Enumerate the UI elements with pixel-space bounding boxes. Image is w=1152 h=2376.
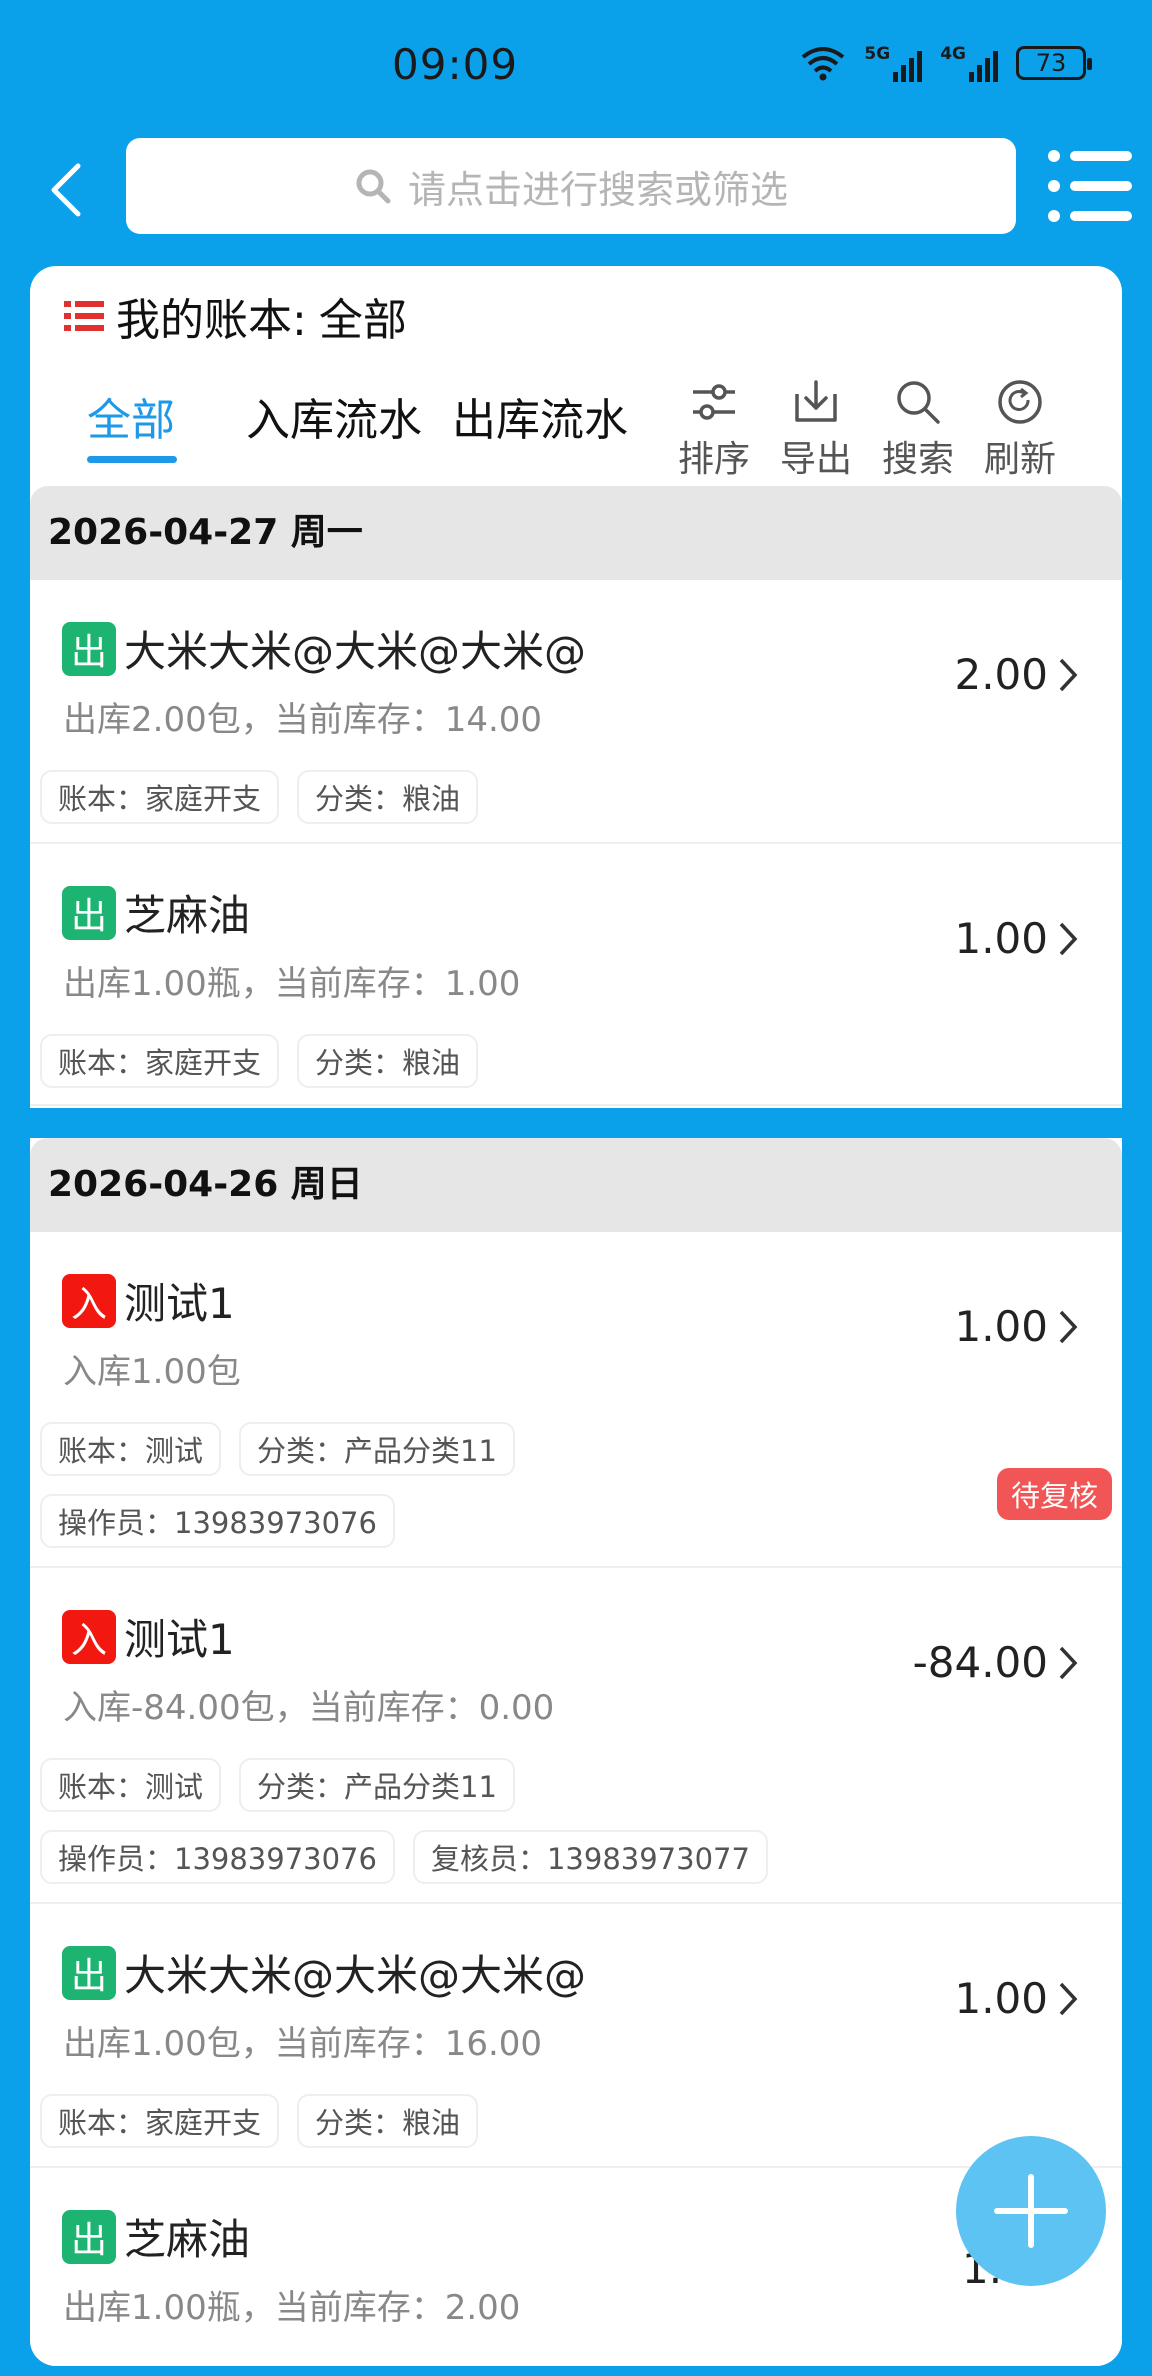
search-input[interactable]: 请点击进行搜索或筛选 [126, 138, 1016, 234]
wifi-icon [802, 47, 845, 81]
search-label: 搜索 [881, 439, 954, 480]
download-icon [795, 380, 837, 422]
record-name: 测试1 [124, 1615, 235, 1664]
record-detail: 出库1.00瓶，当前库存：1.00 [63, 964, 521, 1004]
refresh-button[interactable]: 刷新 [978, 378, 1062, 482]
status-badge: 待复核 [996, 1468, 1112, 1520]
chevron-left-icon [51, 163, 81, 217]
list-item[interactable]: 入 测试1 入库1.00包 1.00 账本：测试 分类：产品分类11 操作员：1… [30, 1232, 1122, 1568]
tag-book: 账本：家庭开支 [40, 1034, 280, 1088]
tag-reviewer: 复核员：13983973077 [412, 1830, 768, 1884]
tab-active-indicator [87, 456, 177, 463]
tag-book: 账本：测试 [40, 1422, 222, 1476]
record-name: 大米大米@大米@大米@ [124, 627, 587, 676]
chevron-right-icon [1059, 922, 1078, 955]
day-header: 2026-04-27 周一 [30, 486, 1122, 580]
record-detail: 出库2.00包，当前库存：14.00 [63, 700, 543, 740]
export-label: 导出 [779, 439, 852, 480]
signal-4g-icon: 4G [940, 44, 998, 82]
status-time: 09:09 [392, 40, 519, 89]
in-badge: 入 [62, 1273, 116, 1328]
record-detail: 入库1.00包 [63, 1352, 241, 1392]
chevron-right-icon [1059, 1310, 1078, 1343]
tag-operator: 操作员：13983973076 [40, 1830, 395, 1884]
list-icon [64, 301, 104, 331]
record-amount: 1.00 [954, 1302, 1048, 1351]
back-button[interactable] [36, 150, 96, 230]
search-placeholder: 请点击进行搜索或筛选 [407, 167, 788, 212]
in-badge: 入 [62, 1609, 116, 1664]
record-amount: 1.00 [954, 1974, 1048, 2023]
out-badge: 出 [62, 885, 116, 940]
tag-category: 分类：粮油 [297, 770, 479, 824]
signal-5g-icon: 5G [864, 44, 923, 82]
record-detail: 出库1.00瓶，当前库存：2.00 [63, 2288, 521, 2328]
status-bar: 09:09 5G 4G 73 [0, 0, 1152, 130]
tag-book: 账本：测试 [40, 1758, 222, 1812]
record-name: 大米大米@大米@大米@ [124, 1951, 587, 2000]
plus-icon [994, 2174, 1068, 2248]
tag-category: 分类：粮油 [297, 1034, 479, 1088]
tab-bar: 全部 入库流水 出库流水 排序 导出 搜索 刷新 [30, 366, 1122, 496]
search-icon [356, 169, 391, 204]
chevron-right-icon [1059, 1646, 1078, 1679]
tag-operator: 操作员：13983973076 [40, 1494, 395, 1548]
record-amount: 1.00 [954, 914, 1048, 963]
book-label: 我的账本: [116, 295, 307, 346]
tag-category: 分类：粮油 [297, 2094, 479, 2148]
record-name: 测试1 [124, 1279, 235, 1328]
status-icons: 5G 4G 73 [800, 44, 1092, 82]
out-badge: 出 [62, 2209, 116, 2264]
battery-icon: 73 [1016, 46, 1092, 80]
refresh-icon [998, 380, 1042, 424]
add-record-button[interactable] [956, 2136, 1106, 2286]
record-name: 芝麻油 [124, 891, 251, 940]
list-item[interactable]: 入 测试1 入库-84.00包，当前库存：0.00 -84.00 账本：测试 分… [30, 1568, 1122, 1904]
main-card: 我的账本: 全部 全部 入库流水 出库流水 排序 导出 搜索 刷新 2026-0… [30, 266, 1122, 2366]
search-icon [897, 381, 940, 424]
refresh-label: 刷新 [983, 439, 1056, 480]
sort-button[interactable]: 排序 [672, 378, 756, 482]
list-item[interactable]: 出 芝麻油 出库1.00瓶，当前库存：1.00 1.00 账本：家庭开支 分类：… [30, 844, 1122, 1106]
out-badge: 出 [62, 621, 116, 676]
menu-button[interactable] [1046, 146, 1136, 226]
search-button[interactable]: 搜索 [876, 378, 960, 482]
export-button[interactable]: 导出 [774, 378, 858, 482]
chevron-right-icon [1059, 1982, 1078, 2015]
book-value: 全部 [318, 295, 407, 346]
tab-all[interactable]: 全部 [87, 384, 175, 448]
day-header: 2026-04-26 周日 [30, 1138, 1122, 1232]
tag-category: 分类：产品分类11 [239, 1758, 515, 1812]
chevron-right-icon [1059, 658, 1078, 691]
section-gap [30, 1108, 1122, 1138]
tab-outbound[interactable]: 出库流水 [452, 384, 628, 448]
tag-category: 分类：产品分类11 [239, 1422, 515, 1476]
record-amount: -84.00 [912, 1638, 1048, 1687]
tag-book: 账本：家庭开支 [40, 770, 280, 824]
record-detail: 出库1.00包，当前库存：16.00 [63, 2024, 543, 2064]
tab-inbound[interactable]: 入库流水 [246, 384, 422, 448]
list-item[interactable]: 出 大米大米@大米@大米@ 出库1.00包，当前库存：16.00 1.00 账本… [30, 1904, 1122, 2168]
record-amount: 2.00 [954, 650, 1048, 699]
book-selector[interactable]: 我的账本: 全部 [64, 284, 407, 348]
out-badge: 出 [62, 1945, 116, 2000]
list-menu-icon [1048, 150, 1132, 222]
sliders-icon [693, 384, 735, 420]
record-detail: 入库-84.00包，当前库存：0.00 [63, 1688, 555, 1728]
record-name: 芝麻油 [124, 2215, 251, 2264]
tag-book: 账本：家庭开支 [40, 2094, 280, 2148]
sort-label: 排序 [677, 439, 750, 480]
list-item[interactable]: 出 大米大米@大米@大米@ 出库2.00包，当前库存：14.00 2.00 账本… [30, 580, 1122, 844]
